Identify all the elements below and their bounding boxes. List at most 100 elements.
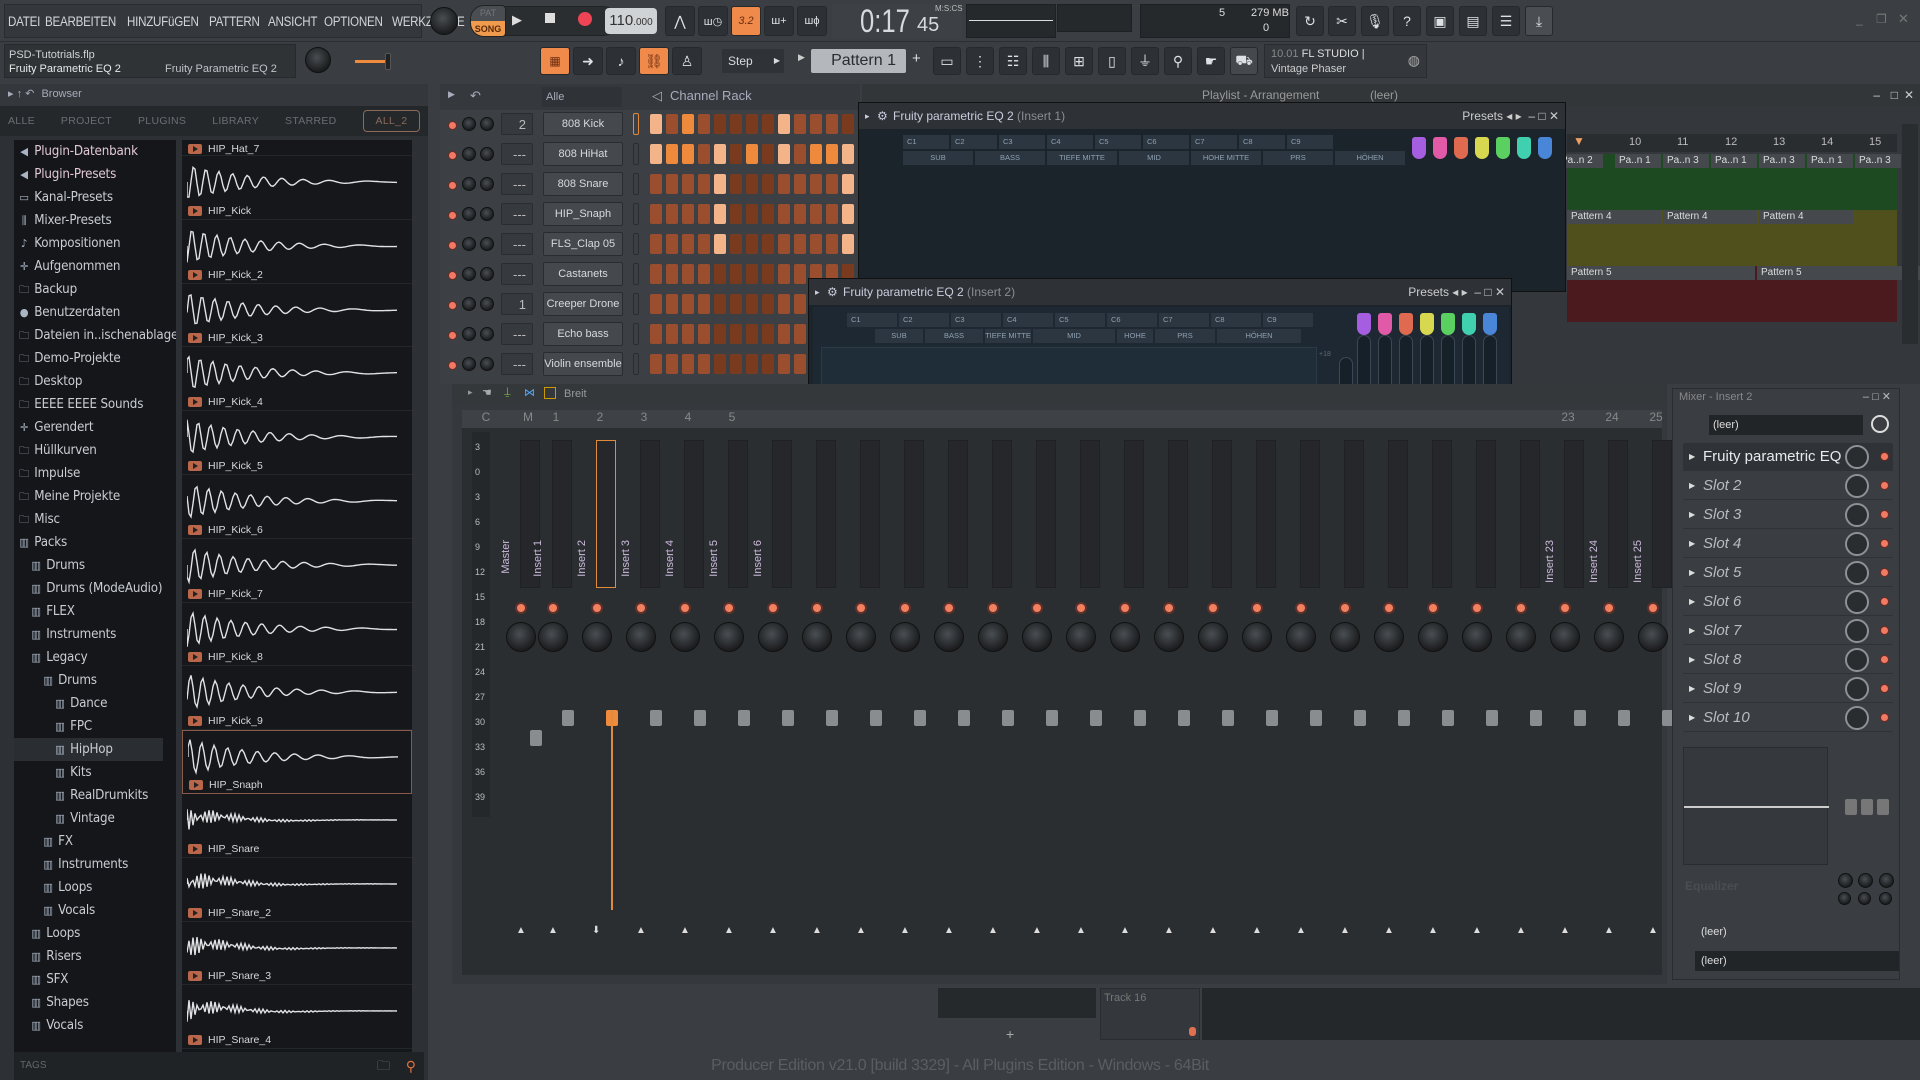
channel-pan-knob[interactable]	[462, 207, 476, 221]
mixer-strip[interactable]: ▲	[1062, 440, 1104, 980]
step-button[interactable]	[778, 204, 790, 224]
tutorial-icon[interactable]: ☛	[1197, 47, 1225, 75]
channel-mute-led[interactable]	[448, 181, 457, 190]
channel-select-indicator[interactable]	[633, 323, 639, 345]
step-button[interactable]	[682, 144, 694, 164]
playlist-clip[interactable]: Pa..n 3	[1759, 154, 1805, 168]
tree-item[interactable]: ▥ Dance	[14, 692, 163, 715]
step-button[interactable]	[746, 264, 758, 284]
step-button[interactable]	[698, 234, 710, 254]
strip-route-arrow-icon[interactable]: ▲	[1208, 925, 1218, 936]
effect-slot[interactable]: ▶ Slot 8	[1683, 646, 1893, 674]
mixer-strip[interactable]: Insert 3 ▲	[620, 440, 664, 980]
sample-item[interactable]: HIP_Snare_3	[182, 922, 412, 986]
sample-play-icon[interactable]	[188, 716, 202, 727]
step-button[interactable]	[778, 294, 790, 314]
strip-volume-fader[interactable]	[1398, 710, 1410, 726]
sample-play-icon[interactable]	[188, 843, 202, 854]
eq1-band-color-tab[interactable]	[1475, 137, 1489, 159]
strip-enable-led[interactable]	[1075, 602, 1087, 614]
mixer-strip[interactable]: Insert 25 ▲	[1632, 440, 1676, 980]
step-button[interactable]	[826, 204, 838, 224]
effect-slot[interactable]: ▶ Slot 3	[1683, 501, 1893, 529]
channel-mute-led[interactable]	[448, 211, 457, 220]
step-button[interactable]	[762, 114, 774, 134]
channel-pan-knob[interactable]	[462, 297, 476, 311]
strip-pan-knob[interactable]	[890, 622, 920, 652]
step-button[interactable]	[778, 354, 790, 374]
strip-volume-fader[interactable]	[1090, 710, 1102, 726]
eq-graph[interactable]	[1683, 747, 1829, 865]
strip-enable-led[interactable]	[679, 602, 691, 614]
strip-volume-fader[interactable]	[562, 710, 574, 726]
mixer-strip[interactable]: ▲	[1370, 440, 1412, 980]
channel-volume-knob[interactable]	[480, 327, 494, 341]
browser-up-icon[interactable]: ↑	[17, 88, 23, 100]
channel-name-button[interactable]: Violin ensemble	[543, 352, 623, 376]
eq-mid-fader[interactable]	[1861, 799, 1873, 815]
step-button[interactable]	[778, 144, 790, 164]
strip-route-arrow-icon[interactable]: ▲	[1032, 925, 1042, 936]
step-button[interactable]	[698, 144, 710, 164]
step-button[interactable]	[650, 144, 662, 164]
audio-input-select[interactable]: (leer)	[1709, 415, 1863, 435]
tree-item[interactable]: ▥ Loops	[14, 922, 163, 945]
strip-route-arrow-icon[interactable]: ▲	[636, 925, 646, 936]
channel-select-indicator[interactable]	[633, 113, 639, 135]
playlist-close-icon[interactable]: ✕	[1904, 84, 1914, 106]
audio-settings-icon[interactable]: ⚲	[1164, 47, 1192, 75]
strip-pan-knob[interactable]	[802, 622, 832, 652]
mixer-strip[interactable]: ▲	[1326, 440, 1368, 980]
playlist-clip[interactable]: Pattern 4	[1663, 210, 1757, 224]
sample-play-icon[interactable]	[188, 652, 202, 663]
mixer-strip[interactable]: ▲	[1502, 440, 1544, 980]
channel-route-number[interactable]: 1	[501, 293, 533, 315]
add-pattern-button[interactable]: +	[912, 50, 921, 67]
channel-pan-knob[interactable]	[462, 117, 476, 131]
tree-item[interactable]: ▥ Risers	[14, 945, 163, 968]
channel-name-button[interactable]: Creeper Drone	[543, 292, 623, 316]
strip-route-arrow-icon[interactable]: ▲	[1428, 925, 1438, 936]
sample-play-icon[interactable]	[188, 460, 202, 471]
eq-high-freq-knob[interactable]	[1879, 873, 1894, 888]
menu-options[interactable]: OPTIONEN	[324, 14, 383, 29]
play-icon[interactable]: ▶	[512, 12, 522, 28]
strip-route-arrow-icon[interactable]: ▲	[1384, 925, 1394, 936]
sample-item[interactable]: HIP_Snaph	[182, 730, 412, 794]
piano-roll-arrow-icon[interactable]: ➜	[573, 47, 603, 75]
metronome-icon[interactable]: ⋀	[665, 6, 695, 36]
step-button[interactable]	[698, 324, 710, 344]
cut-icon[interactable]: ✂	[1328, 6, 1356, 36]
channel-row[interactable]: --- FLS_Clap 05	[440, 232, 902, 262]
eq-band-faders[interactable]	[1841, 747, 1891, 865]
channel-filter-select[interactable]: Alle	[542, 87, 622, 107]
tree-item[interactable]: 🗀 Desktop	[14, 370, 163, 393]
tree-item[interactable]: ⫼ Mixer-Presets	[14, 209, 163, 232]
step-button[interactable]	[794, 324, 806, 344]
effect-slot[interactable]: ▶ Slot 4	[1683, 530, 1893, 558]
step-button[interactable]	[666, 264, 678, 284]
strip-volume-fader[interactable]	[1354, 710, 1366, 726]
step-button[interactable]	[650, 114, 662, 134]
tree-item[interactable]: ▥ Shapes	[14, 991, 163, 1014]
strip-pan-knob[interactable]	[1022, 622, 1052, 652]
channel-row[interactable]: 1 Creeper Drone	[440, 292, 902, 322]
slot-mix-knob[interactable]	[1845, 677, 1869, 701]
browser-tab-alle[interactable]: ALLE	[8, 115, 35, 127]
tree-item[interactable]: ◀ Plugin-Presets	[14, 163, 163, 186]
step-button[interactable]	[794, 114, 806, 134]
tree-item[interactable]: ▥ Drums (ModeAudio)	[14, 577, 163, 600]
tree-item[interactable]: ▥ SFX	[14, 968, 163, 991]
strip-volume-fader[interactable]	[958, 710, 970, 726]
tree-item[interactable]: ▥ FPC	[14, 715, 163, 738]
step-button[interactable]	[746, 174, 758, 194]
step-button[interactable]	[762, 204, 774, 224]
channel-volume-knob[interactable]	[480, 237, 494, 251]
eq1-band-color-tab[interactable]	[1496, 137, 1510, 159]
eq2-band-type-tab[interactable]	[1399, 313, 1413, 335]
channel-mute-led[interactable]	[448, 361, 457, 370]
tree-item[interactable]: ▥ FLEX	[14, 600, 163, 623]
mixer-strip[interactable]: ▲	[1414, 440, 1456, 980]
slot-expand-icon[interactable]: ▶	[1689, 617, 1695, 645]
strip-route-arrow-icon[interactable]: ▲	[944, 925, 954, 936]
